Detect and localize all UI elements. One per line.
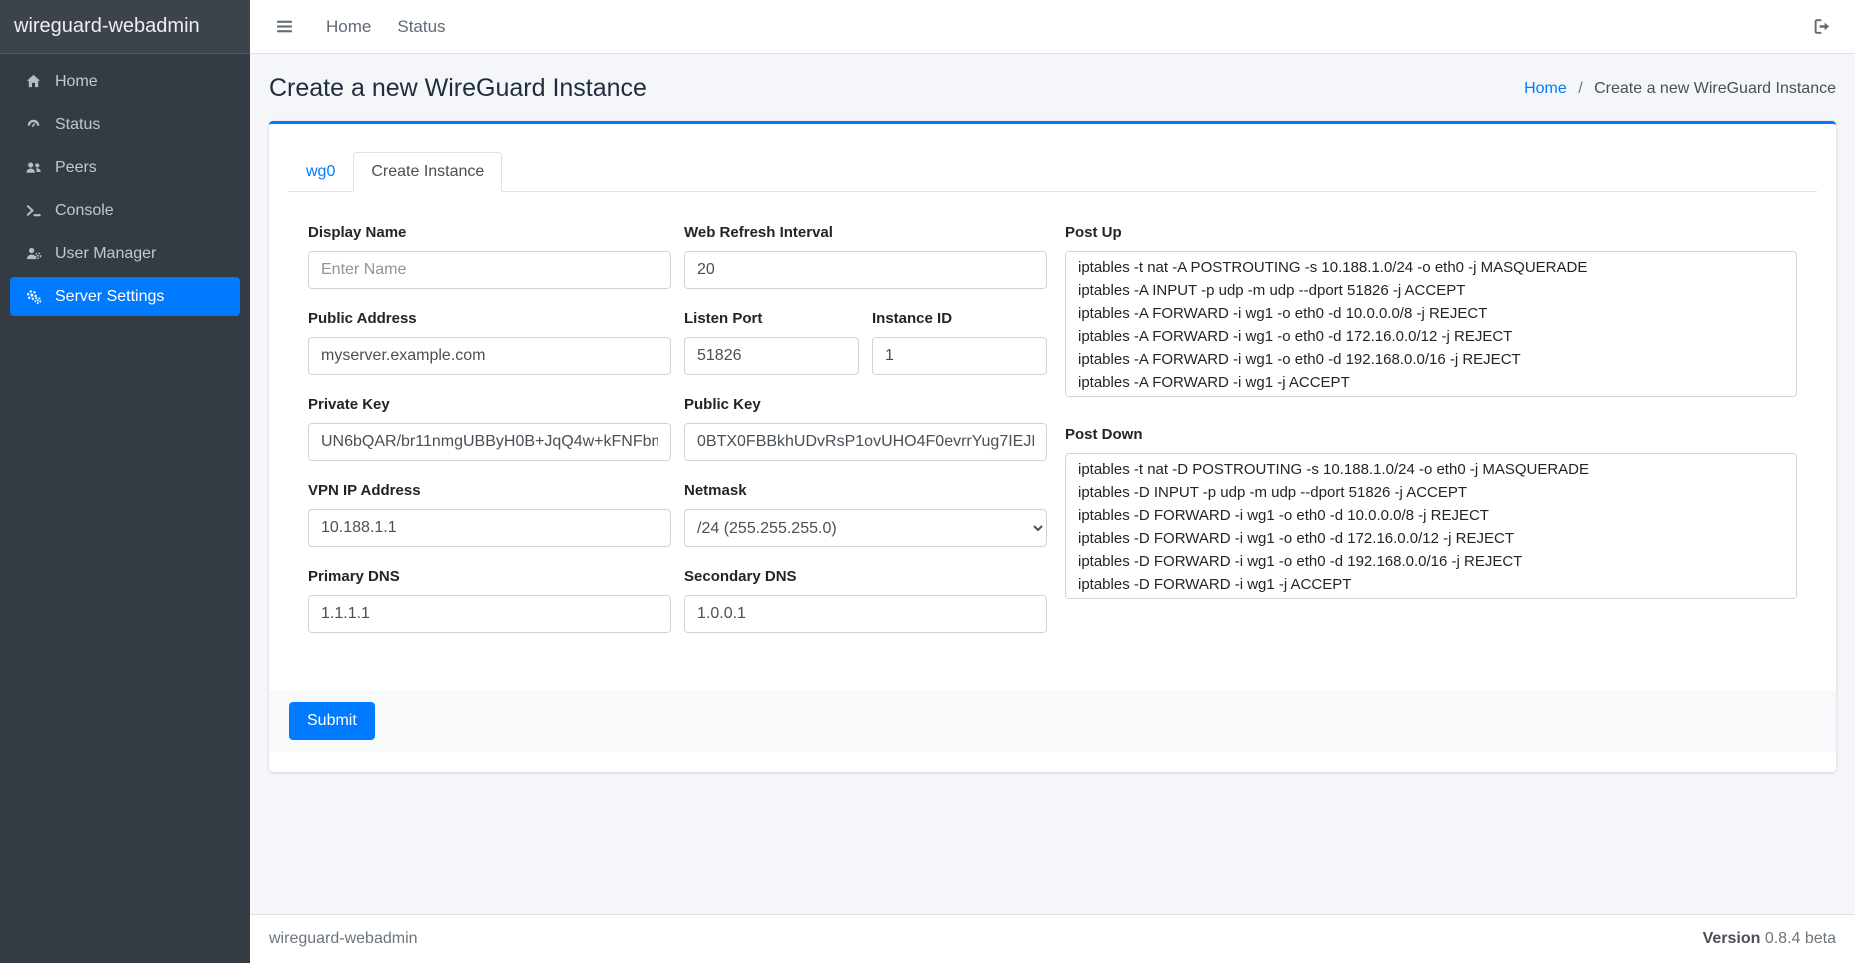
- page-title: Create a new WireGuard Instance: [269, 74, 647, 103]
- sidebar-item-peers[interactable]: Peers: [10, 148, 240, 187]
- page-footer: wireguard-webadmin Version 0.8.4 beta: [250, 914, 1855, 963]
- form-column-3: Post Up iptables -t nat -A POSTROUTING -…: [1065, 224, 1797, 654]
- web-refresh-interval-field[interactable]: [684, 251, 1047, 289]
- post-up-label: Post Up: [1065, 224, 1797, 242]
- instance-tabs: wg0 Create Instance: [288, 152, 1817, 192]
- navbar-link-home[interactable]: Home: [326, 17, 371, 37]
- private-key-field[interactable]: [308, 423, 671, 461]
- create-instance-card: wg0 Create Instance Display Name Public …: [269, 121, 1836, 772]
- tab-wg0[interactable]: wg0: [288, 152, 353, 192]
- footer-app-name: wireguard-webadmin: [269, 930, 418, 948]
- sidebar-item-label: Status: [55, 116, 100, 134]
- vpn-ip-label: VPN IP Address: [308, 482, 671, 500]
- post-down-label: Post Down: [1065, 426, 1797, 444]
- user-manager-icon: [20, 245, 46, 262]
- public-address-label: Public Address: [308, 310, 671, 328]
- form-footer: Submit: [269, 690, 1836, 752]
- tab-create-instance[interactable]: Create Instance: [353, 152, 502, 192]
- post-down-textarea[interactable]: iptables -t nat -D POSTROUTING -s 10.188…: [1065, 453, 1797, 599]
- breadcrumb-separator: /: [1578, 80, 1582, 97]
- sidebar-item-label: Peers: [55, 159, 97, 177]
- footer-version-label: Version: [1703, 930, 1761, 947]
- content: Create a new WireGuard Instance Home / C…: [250, 54, 1855, 914]
- netmask-label: Netmask: [684, 482, 1047, 500]
- web-refresh-interval-label: Web Refresh Interval: [684, 224, 1047, 242]
- sidebar-item-home[interactable]: Home: [10, 62, 240, 101]
- display-name-label: Display Name: [308, 224, 671, 242]
- logout-icon[interactable]: [1809, 13, 1836, 40]
- instance-id-field[interactable]: [872, 337, 1047, 375]
- instance-id-label: Instance ID: [872, 310, 1047, 328]
- submit-button[interactable]: Submit: [289, 702, 375, 740]
- top-navbar: Home Status: [250, 0, 1855, 54]
- sidebar-item-label: Home: [55, 73, 98, 91]
- content-header: Create a new WireGuard Instance Home / C…: [269, 54, 1836, 121]
- sidebar: wireguard-webadmin Home Status Peers Con…: [0, 0, 250, 963]
- sidebar-item-server-settings[interactable]: Server Settings: [10, 277, 240, 316]
- listen-port-label: Listen Port: [684, 310, 859, 328]
- sidebar-item-label: Console: [55, 202, 114, 220]
- public-key-label: Public Key: [684, 396, 1047, 414]
- sidebar-item-user-manager[interactable]: User Manager: [10, 234, 240, 273]
- server-settings-icon: [20, 288, 46, 305]
- post-up-textarea[interactable]: iptables -t nat -A POSTROUTING -s 10.188…: [1065, 251, 1797, 397]
- instance-form: Display Name Public Address Private Key: [288, 192, 1817, 654]
- sidebar-item-console[interactable]: Console: [10, 191, 240, 230]
- breadcrumb: Home / Create a new WireGuard Instance: [1524, 80, 1836, 98]
- vpn-ip-field[interactable]: [308, 509, 671, 547]
- sidebar-item-label: User Manager: [55, 245, 156, 263]
- private-key-label: Private Key: [308, 396, 671, 414]
- home-icon: [20, 73, 46, 90]
- breadcrumb-current: Create a new WireGuard Instance: [1594, 80, 1836, 97]
- console-icon: [20, 202, 46, 219]
- primary-dns-label: Primary DNS: [308, 568, 671, 586]
- hamburger-menu-icon[interactable]: [269, 13, 300, 40]
- navbar-link-status[interactable]: Status: [397, 17, 445, 37]
- public-address-field[interactable]: [308, 337, 671, 375]
- brand-title: wireguard-webadmin: [14, 15, 200, 38]
- footer-version-value: 0.8.4 beta: [1765, 930, 1836, 947]
- sidebar-nav: Home Status Peers Console User Manager: [0, 54, 250, 328]
- secondary-dns-label: Secondary DNS: [684, 568, 1047, 586]
- brand-link[interactable]: wireguard-webadmin: [0, 0, 250, 54]
- netmask-select[interactable]: /24 (255.255.255.0): [684, 509, 1047, 547]
- peers-icon: [20, 159, 46, 176]
- status-icon: [20, 116, 46, 133]
- display-name-field[interactable]: [308, 251, 671, 289]
- breadcrumb-home-link[interactable]: Home: [1524, 80, 1567, 97]
- secondary-dns-field[interactable]: [684, 595, 1047, 633]
- primary-dns-field[interactable]: [308, 595, 671, 633]
- form-column-2: Web Refresh Interval Listen Port Instanc…: [684, 224, 1047, 654]
- footer-version: Version 0.8.4 beta: [1703, 930, 1836, 948]
- sidebar-item-label: Server Settings: [55, 288, 164, 306]
- main-area: Home Status Create a new WireGuard Insta…: [250, 0, 1855, 963]
- sidebar-item-status[interactable]: Status: [10, 105, 240, 144]
- public-key-field[interactable]: [684, 423, 1047, 461]
- form-column-1: Display Name Public Address Private Key: [308, 224, 671, 654]
- listen-port-field[interactable]: [684, 337, 859, 375]
